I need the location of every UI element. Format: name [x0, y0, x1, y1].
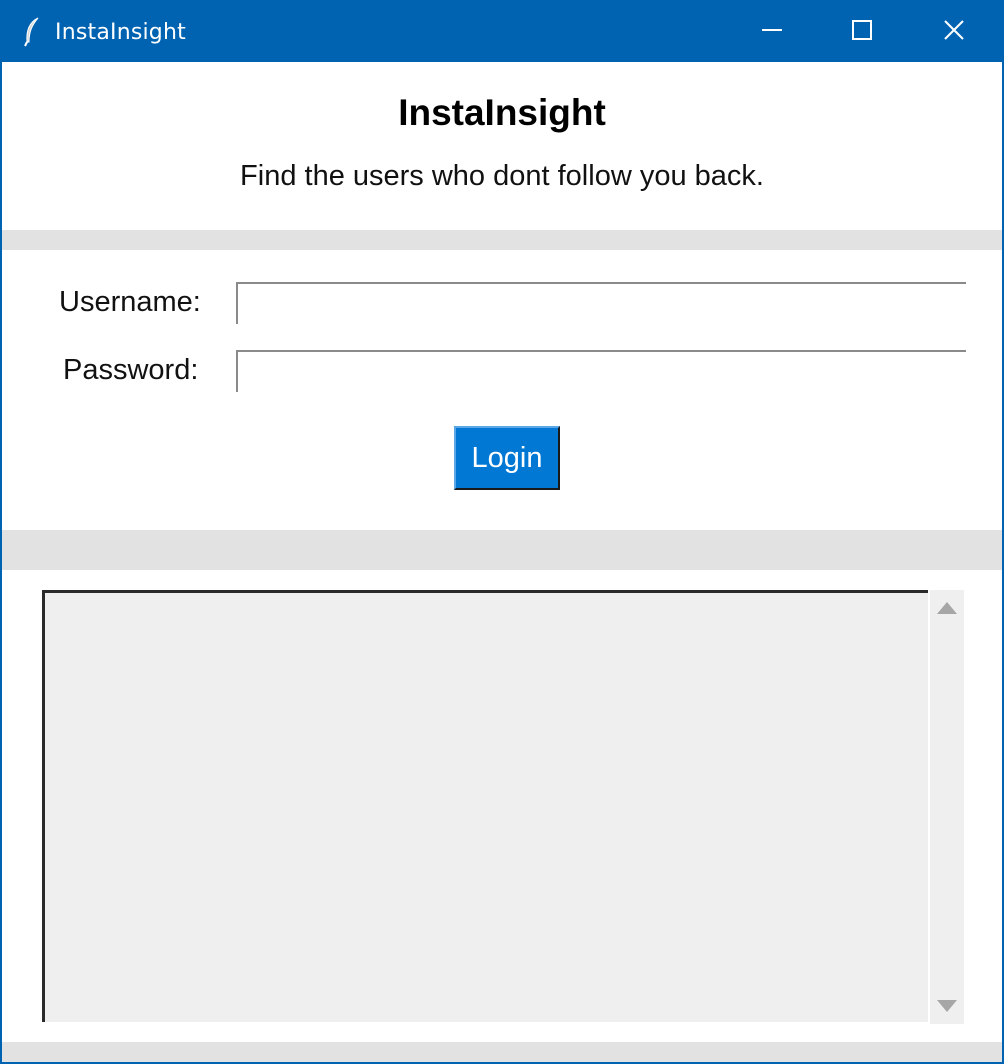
minimize-button[interactable] — [726, 2, 818, 62]
close-button[interactable] — [908, 2, 1000, 62]
minimize-icon — [761, 19, 783, 46]
output-textbox[interactable] — [42, 590, 928, 1022]
divider — [2, 530, 1002, 570]
output-section — [2, 570, 1002, 1042]
feather-icon — [22, 16, 42, 48]
scroll-up-icon[interactable] — [937, 602, 957, 614]
title-bar[interactable]: InstaInsight — [2, 2, 1002, 62]
close-icon — [943, 19, 965, 46]
password-label: Password: — [63, 354, 199, 386]
header-section: InstaInsight Find the users who dont fol… — [2, 62, 1002, 230]
login-button[interactable]: Login — [454, 426, 560, 490]
divider — [2, 230, 1002, 250]
username-label: Username: — [59, 286, 201, 318]
maximize-button[interactable] — [816, 2, 908, 62]
vertical-scrollbar[interactable] — [930, 590, 964, 1024]
username-field[interactable] — [236, 282, 966, 324]
maximize-icon — [851, 19, 873, 46]
page-subtitle: Find the users who dont follow you back. — [240, 160, 764, 192]
window-title: InstaInsight — [55, 20, 186, 45]
divider — [2, 1042, 1002, 1062]
password-field[interactable] — [236, 350, 966, 392]
scroll-down-icon[interactable] — [937, 1000, 957, 1012]
login-form: Username: Password: Login — [2, 250, 1002, 530]
app-window: InstaInsight InstaInsight Find the users… — [0, 0, 1004, 1064]
page-title: InstaInsight — [398, 92, 606, 133]
